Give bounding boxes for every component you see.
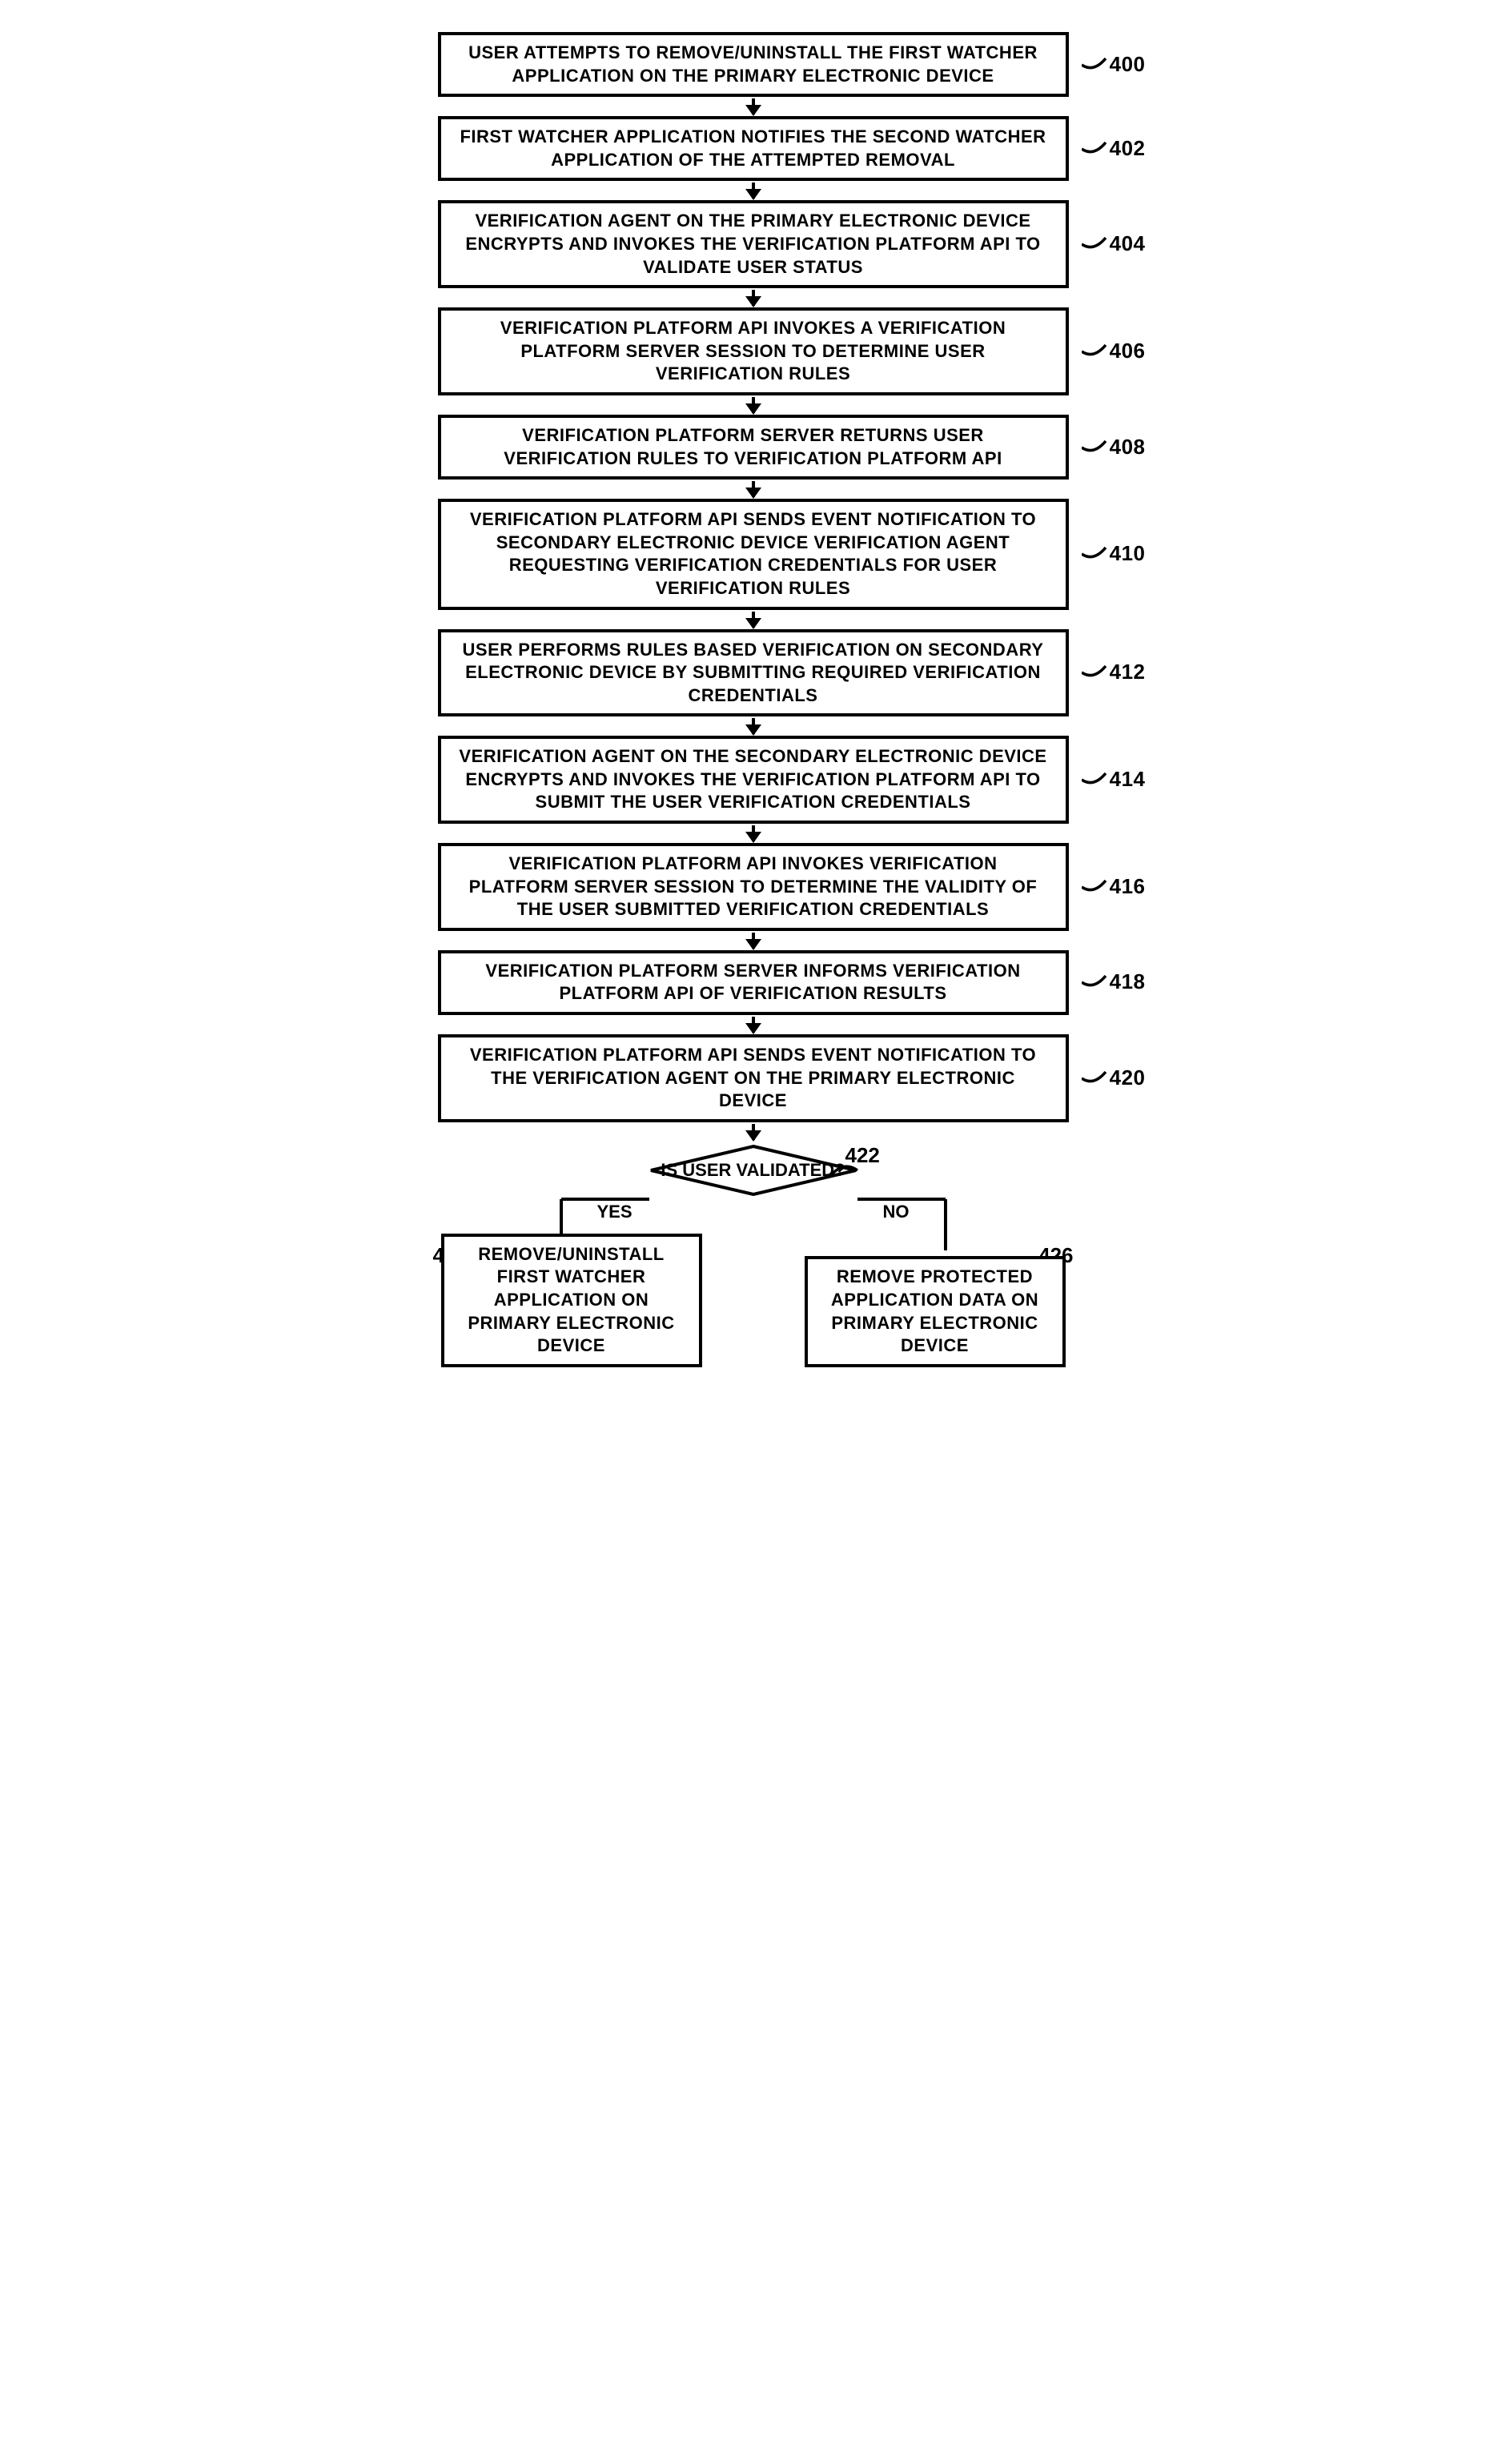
arrow-down-icon [752, 183, 755, 199]
step-text: VERIFICATION AGENT ON THE PRIMARY ELECTR… [465, 211, 1040, 276]
ref-tick-icon [1082, 439, 1114, 455]
step-ref: 418 [1110, 969, 1146, 997]
step-text: VERIFICATION PLATFORM SERVER RETURNS USE… [504, 425, 1002, 468]
step-ref: 406 [1110, 338, 1146, 365]
ref-tick-icon [1082, 1070, 1114, 1086]
step-416: VERIFICATION PLATFORM API INVOKES VERIFI… [393, 843, 1114, 950]
step-box: VERIFICATION PLATFORM API SENDS EVENT NO… [438, 1034, 1069, 1122]
outcome-text: REMOVE PROTECTED APPLICATION DATA ON PRI… [831, 1266, 1038, 1355]
flowchart: USER ATTEMPTS TO REMOVE/UNINSTALL THE FI… [393, 32, 1114, 1367]
ref-tick-icon [1082, 772, 1114, 788]
step-414: VERIFICATION AGENT ON THE SECONDARY ELEC… [393, 736, 1114, 843]
step-ref: 414 [1110, 766, 1146, 793]
ref-tick-icon [1082, 141, 1114, 157]
step-box: VERIFICATION PLATFORM API SENDS EVENT NO… [438, 499, 1069, 609]
step-box: VERIFICATION PLATFORM SERVER INFORMS VER… [438, 950, 1069, 1015]
outcome-box: REMOVE PROTECTED APPLICATION DATA ON PRI… [805, 1256, 1066, 1366]
arrow-down-icon [752, 718, 755, 734]
step-text: VERIFICATION PLATFORM SERVER INFORMS VER… [485, 961, 1020, 1004]
step-404: VERIFICATION AGENT ON THE PRIMARY ELECTR… [393, 200, 1114, 307]
step-ref: 412 [1110, 659, 1146, 686]
arrow-down-icon [752, 1017, 755, 1033]
ref-tick-icon [1082, 974, 1114, 990]
outcome-no: REMOVE PROTECTED APPLICATION DATA ON PRI… [805, 1256, 1066, 1366]
step-box: USER PERFORMS RULES BASED VERIFICATION O… [438, 629, 1069, 717]
outcome-yes: REMOVE/UNINSTALL FIRST WATCHER APPLICATI… [441, 1234, 702, 1367]
step-text: VERIFICATION PLATFORM API INVOKES VERIFI… [469, 853, 1038, 919]
step-408: VERIFICATION PLATFORM SERVER RETURNS USE… [393, 415, 1114, 499]
step-text: VERIFICATION PLATFORM API SENDS EVENT NO… [470, 1045, 1036, 1110]
arrow-down-icon [752, 397, 755, 413]
step-400: USER ATTEMPTS TO REMOVE/UNINSTALL THE FI… [393, 32, 1114, 116]
step-text: VERIFICATION AGENT ON THE SECONDARY ELEC… [459, 746, 1046, 812]
step-text: USER ATTEMPTS TO REMOVE/UNINSTALL THE FI… [468, 42, 1038, 86]
arrow-down-icon [752, 481, 755, 497]
step-box: FIRST WATCHER APPLICATION NOTIFIES THE S… [438, 116, 1069, 181]
step-text: USER PERFORMS RULES BASED VERIFICATION O… [463, 640, 1044, 705]
ref-tick-icon [1082, 57, 1114, 73]
arrow-down-icon [752, 290, 755, 306]
ref-tick-icon [1082, 664, 1114, 680]
step-ref: 410 [1110, 540, 1146, 568]
ref-tick-icon [1082, 879, 1114, 895]
ref-tick-icon [1082, 343, 1114, 359]
step-box: VERIFICATION PLATFORM API INVOKES A VERI… [438, 307, 1069, 395]
step-box: VERIFICATION AGENT ON THE SECONDARY ELEC… [438, 736, 1069, 824]
step-ref: 400 [1110, 51, 1146, 78]
step-420: VERIFICATION PLATFORM API SENDS EVENT NO… [393, 1034, 1114, 1142]
step-402: FIRST WATCHER APPLICATION NOTIFIES THE S… [393, 116, 1114, 200]
step-406: VERIFICATION PLATFORM API INVOKES A VERI… [393, 307, 1114, 415]
arrow-down-icon [752, 612, 755, 628]
ref-tick-icon [1082, 546, 1114, 562]
step-410: VERIFICATION PLATFORM API SENDS EVENT NO… [393, 499, 1114, 628]
outcome-box: REMOVE/UNINSTALL FIRST WATCHER APPLICATI… [441, 1234, 702, 1367]
step-text: VERIFICATION PLATFORM API SENDS EVENT NO… [470, 509, 1036, 598]
arrow-down-icon [752, 825, 755, 841]
step-418: VERIFICATION PLATFORM SERVER INFORMS VER… [393, 950, 1114, 1034]
step-ref: 402 [1110, 135, 1146, 163]
decision-branches: 422 YES NO 424 426 REMOVE/UNINSTALL FIRS… [441, 1199, 1066, 1367]
step-ref: 416 [1110, 873, 1146, 901]
step-412: USER PERFORMS RULES BASED VERIFICATION O… [393, 629, 1114, 736]
step-box: VERIFICATION PLATFORM SERVER RETURNS USE… [438, 415, 1069, 480]
step-text: VERIFICATION PLATFORM API INVOKES A VERI… [500, 318, 1006, 383]
step-text: FIRST WATCHER APPLICATION NOTIFIES THE S… [460, 126, 1046, 170]
step-ref: 408 [1110, 434, 1146, 461]
step-ref: 420 [1110, 1065, 1146, 1092]
ref-tick-icon [1082, 236, 1114, 252]
step-box: VERIFICATION PLATFORM API INVOKES VERIFI… [438, 843, 1069, 931]
outcome-text: REMOVE/UNINSTALL FIRST WATCHER APPLICATI… [468, 1244, 674, 1355]
step-box: VERIFICATION AGENT ON THE PRIMARY ELECTR… [438, 200, 1069, 288]
arrow-down-icon [752, 98, 755, 114]
step-box: USER ATTEMPTS TO REMOVE/UNINSTALL THE FI… [438, 32, 1069, 97]
arrow-down-icon [752, 933, 755, 949]
arrow-down-icon [752, 1124, 755, 1140]
step-ref: 404 [1110, 231, 1146, 258]
